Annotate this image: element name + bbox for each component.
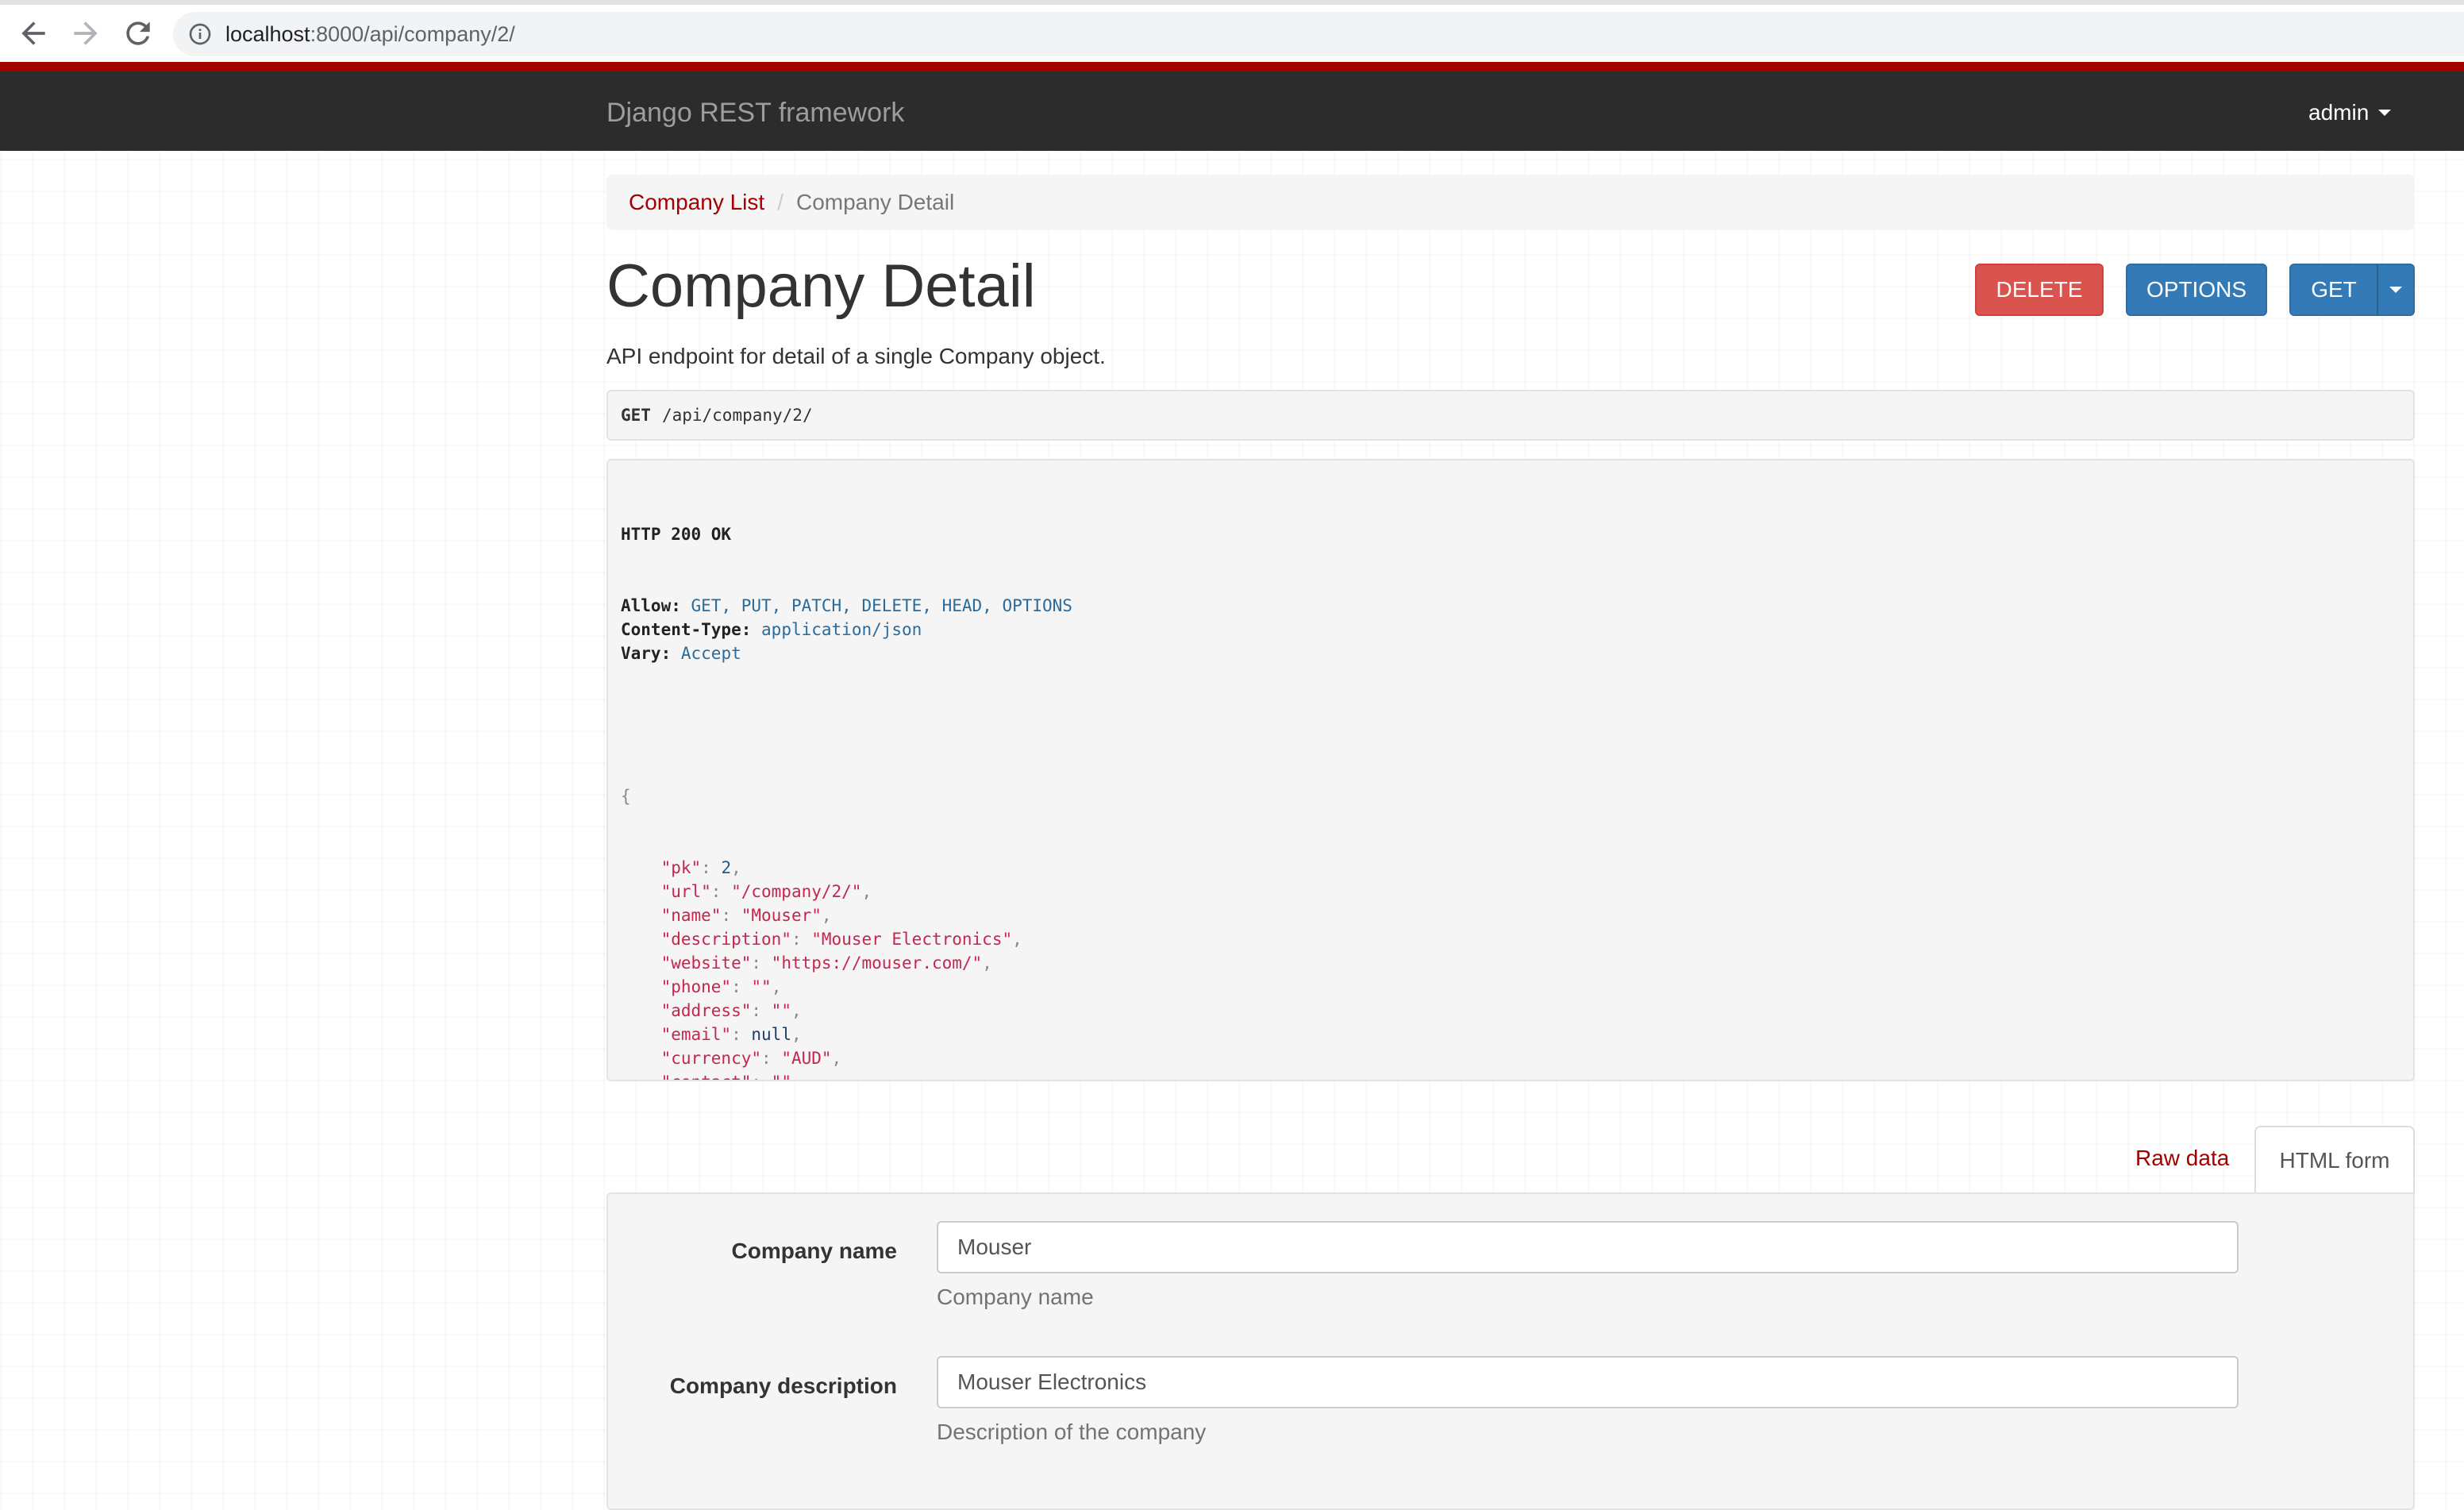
- url-path: :8000/api/company/2/: [310, 22, 515, 46]
- request-info: GET/api/company/2/: [606, 390, 2415, 441]
- html-form-panel: Company name Company name Company descri…: [606, 1192, 2415, 1510]
- json-open-brace: {: [621, 784, 2400, 808]
- json-comma: ,: [791, 1001, 802, 1020]
- company-name-label: Company name: [732, 1238, 898, 1264]
- browser-toolbar: localhost:8000/api/company/2/: [0, 0, 2464, 62]
- page-title: Company Detail: [606, 256, 1036, 317]
- json-comma: ,: [822, 906, 832, 925]
- options-button[interactable]: OPTIONS: [2126, 264, 2267, 316]
- caret-down-icon: [2389, 287, 2402, 293]
- tab-html-form[interactable]: HTML form: [2254, 1126, 2415, 1194]
- json-key: "contact": [661, 1073, 752, 1081]
- header-value: GET, PUT, PATCH, DELETE, HEAD, OPTIONS: [691, 596, 1072, 615]
- breadcrumb-company-list[interactable]: Company List: [629, 190, 764, 215]
- header-name: Allow:: [621, 596, 681, 615]
- json-value: 2: [721, 858, 731, 877]
- reload-button[interactable]: [121, 16, 156, 51]
- json-value: "https://mouser.com/": [772, 953, 983, 973]
- info-icon[interactable]: [187, 21, 213, 47]
- request-method: GET: [621, 406, 651, 425]
- company-name-help: Company name: [937, 1285, 1094, 1310]
- caret-down-icon: [2378, 110, 2391, 116]
- header-name: Vary:: [621, 644, 671, 663]
- json-comma: ,: [731, 858, 741, 877]
- json-comma: ,: [832, 1049, 842, 1068]
- response-header: Vary: Accept: [621, 641, 2400, 665]
- json-field: "pk": 2,: [621, 856, 2400, 880]
- breadcrumb-company-detail: Company Detail: [796, 190, 954, 215]
- response-headers: Allow: GET, PUT, PATCH, DELETE, HEAD, OP…: [621, 594, 2400, 665]
- get-format-dropdown-button[interactable]: [2377, 264, 2415, 316]
- json-value: "": [772, 1001, 791, 1020]
- company-description-input[interactable]: [937, 1356, 2239, 1408]
- response-header: Content-Type: application/json: [621, 618, 2400, 641]
- json-comma: ,: [772, 977, 782, 996]
- json-comma: ,: [861, 882, 872, 901]
- json-field: "email": null,: [621, 1023, 2400, 1046]
- company-name-input[interactable]: [937, 1221, 2239, 1273]
- json-key: "pk": [661, 858, 702, 877]
- json-key: "description": [661, 930, 791, 949]
- json-value: "": [751, 977, 771, 996]
- arrow-right-icon: [68, 16, 103, 51]
- company-description-label: Company description: [670, 1373, 897, 1399]
- json-field: "description": "Mouser Electronics",: [621, 927, 2400, 951]
- json-key: "email": [661, 1025, 732, 1044]
- address-bar[interactable]: localhost:8000/api/company/2/: [173, 12, 2464, 56]
- json-comma: ,: [1012, 930, 1022, 949]
- get-button[interactable]: GET: [2289, 264, 2378, 316]
- json-field: "phone": "",: [621, 975, 2400, 999]
- arrow-left-icon: [16, 16, 51, 51]
- json-value: "": [772, 1073, 791, 1081]
- breadcrumb-separator: /: [777, 190, 783, 215]
- response-status: HTTP 200 OK: [621, 522, 2400, 546]
- url-host: localhost: [225, 22, 310, 46]
- reload-icon: [121, 16, 156, 51]
- get-button-group: GET: [2289, 264, 2415, 316]
- header-name: Content-Type:: [621, 620, 751, 639]
- response-header: Allow: GET, PUT, PATCH, DELETE, HEAD, OP…: [621, 594, 2400, 618]
- json-value: "AUD": [781, 1049, 831, 1068]
- url-text[interactable]: localhost:8000/api/company/2/: [225, 22, 515, 47]
- json-field: "name": "Mouser",: [621, 903, 2400, 927]
- json-key: "address": [661, 1001, 752, 1020]
- json-field: "address": "",: [621, 999, 2400, 1023]
- header-value: Accept: [681, 644, 741, 663]
- request-path: /api/company/2/: [662, 406, 813, 425]
- json-value: "/company/2/": [731, 882, 861, 901]
- page-description: API endpoint for detail of a single Comp…: [606, 344, 1106, 369]
- breadcrumb: Company List / Company Detail: [606, 175, 2415, 230]
- company-description-help: Description of the company: [937, 1419, 1206, 1445]
- json-field: "url": "/company/2/",: [621, 880, 2400, 903]
- delete-button[interactable]: DELETE: [1975, 264, 2104, 316]
- json-key: "phone": [661, 977, 732, 996]
- forward-button[interactable]: [68, 16, 103, 51]
- json-comma: ,: [982, 953, 992, 973]
- json-value: "Mouser": [741, 906, 822, 925]
- json-value: "Mouser Electronics": [811, 930, 1012, 949]
- json-value: null: [751, 1025, 791, 1044]
- user-name: admin: [2308, 100, 2369, 125]
- brand-link[interactable]: Django REST framework: [606, 98, 904, 129]
- back-button[interactable]: [16, 16, 51, 51]
- json-comma: ,: [791, 1025, 802, 1044]
- user-menu[interactable]: admin: [2308, 100, 2391, 125]
- json-field: "currency": "AUD",: [621, 1046, 2400, 1070]
- json-field: "contact": "",: [621, 1070, 2400, 1081]
- json-comma: ,: [791, 1073, 802, 1081]
- navbar: Django REST framework admin: [0, 62, 2464, 151]
- json-key: "url": [661, 882, 711, 901]
- response-info: HTTP 200 OK Allow: GET, PUT, PATCH, DELE…: [606, 459, 2415, 1081]
- header-value: application/json: [761, 620, 922, 639]
- tab-raw-data[interactable]: Raw data: [2135, 1146, 2229, 1171]
- json-key: "name": [661, 906, 722, 925]
- json-key: "currency": [661, 1049, 761, 1068]
- json-key: "website": [661, 953, 752, 973]
- json-body: "pk": 2, "url": "/company/2/", "name": "…: [621, 856, 2400, 1081]
- json-field: "website": "https://mouser.com/",: [621, 951, 2400, 975]
